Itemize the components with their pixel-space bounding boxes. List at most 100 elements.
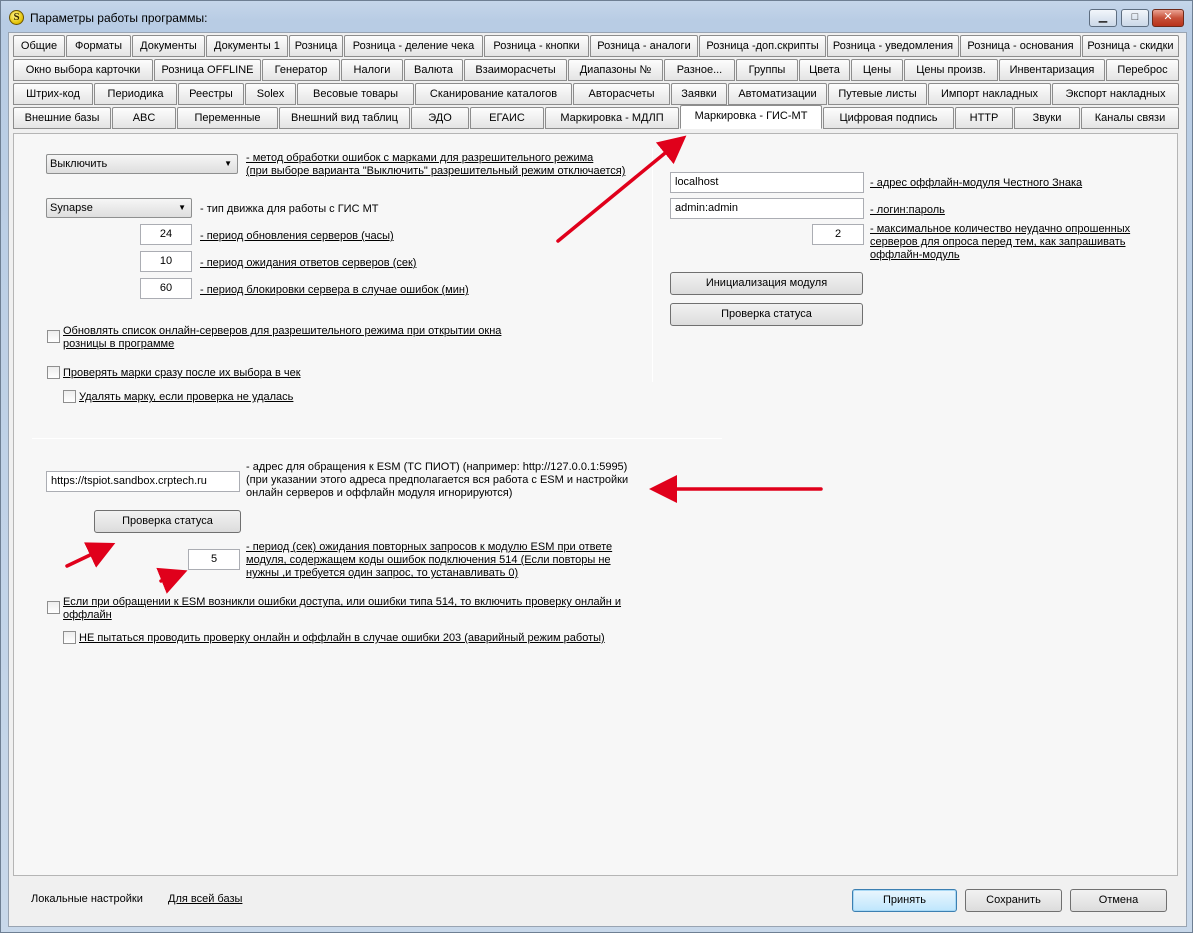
tab-import-invoices[interactable]: Импорт накладных (928, 83, 1051, 105)
chevron-down-icon: ▼ (224, 159, 232, 168)
title-bar[interactable]: S Параметры работы программы: ▁ □ ✕ (1, 1, 1192, 31)
tab-colors[interactable]: Цвета (799, 59, 850, 81)
tab-catalog-scan[interactable]: Сканирование каталогов (415, 83, 572, 105)
local-settings-label: Локальные настройки (31, 893, 143, 905)
check-status-button[interactable]: Проверка статуса (670, 303, 863, 326)
delete-mark-label: Удалять марку, если проверка не удалась (79, 391, 294, 403)
tab-retail-bases[interactable]: Розница - основания (960, 35, 1081, 57)
wait-period-input[interactable]: 10 (140, 251, 192, 272)
tab-table-appearance[interactable]: Внешний вид таблиц (279, 107, 410, 129)
accept-button[interactable]: Принять (852, 889, 957, 912)
no-check-203-checkbox[interactable] (63, 631, 76, 644)
gis-mt-settings-panel: Выключить ▼ - метод обработки ошибок с м… (13, 133, 1178, 876)
tab-sounds[interactable]: Звуки (1014, 107, 1080, 129)
whole-base-link[interactable]: Для всей базы (168, 893, 242, 906)
esm-retry-period-input[interactable]: 5 (188, 549, 240, 570)
access-errors-checkbox[interactable] (47, 601, 60, 614)
tab-digital-signature[interactable]: Цифровая подпись (823, 107, 954, 129)
tab-export-invoices[interactable]: Экспорт накладных (1052, 83, 1179, 105)
max-failed-label-1: - максимальное количество неудачно опрош… (870, 223, 1131, 235)
minimize-button[interactable]: ▁ (1089, 9, 1117, 27)
tab-retail[interactable]: Розница (289, 35, 343, 57)
tab-currency[interactable]: Валюта (404, 59, 463, 81)
window-title: Параметры работы программы: (30, 11, 208, 25)
error-mode-label: - метод обработки ошибок с марками для р… (246, 152, 594, 164)
tab-http[interactable]: HTTP (955, 107, 1013, 129)
esm-address-label-2: (при указании этого адреса предполагаетс… (246, 474, 629, 486)
error-mode-dropdown[interactable]: Выключить ▼ (46, 154, 238, 174)
tab-waybills[interactable]: Путевые листы (828, 83, 927, 105)
error-mode-value: Выключить (50, 158, 108, 170)
esm-check-status-button[interactable]: Проверка статуса (94, 510, 241, 533)
maximize-button[interactable]: □ (1121, 9, 1149, 27)
tab-comm-channels[interactable]: Каналы связи (1081, 107, 1179, 129)
save-button[interactable]: Сохранить (965, 889, 1062, 912)
tab-manufacturer-prices[interactable]: Цены произв. (904, 59, 998, 81)
tab-egais[interactable]: ЕГАИС (470, 107, 544, 129)
tab-variables[interactable]: Переменные (177, 107, 278, 129)
tab-solex[interactable]: Solex (245, 83, 296, 105)
access-errors-label-1: Если при обращении к ESM возникли ошибки… (63, 596, 622, 608)
client-area: Общие Форматы Документы Документы 1 Розн… (8, 32, 1187, 927)
esm-address-input[interactable]: https://tspiot.sandbox.crptech.ru (46, 471, 240, 492)
tab-periodicals[interactable]: Периодика (94, 83, 177, 105)
tab-automations[interactable]: Автоматизации (728, 83, 827, 105)
tab-taxes[interactable]: Налоги (341, 59, 403, 81)
tab-formats[interactable]: Форматы (66, 35, 131, 57)
tab-retail-scripts[interactable]: Розница -доп.скрипты (699, 35, 826, 57)
tab-documents[interactable]: Документы (132, 35, 205, 57)
block-period-input[interactable]: 60 (140, 278, 192, 299)
tab-retail-analogs[interactable]: Розница - аналоги (590, 35, 698, 57)
tab-retail-split[interactable]: Розница - деление чека (344, 35, 483, 57)
esm-retry-label-1: - период (сек) ожидания повторных запрос… (246, 541, 613, 553)
tab-transfer[interactable]: Переброс (1106, 59, 1179, 81)
engine-value: Synapse (50, 202, 93, 214)
tab-prices[interactable]: Цены (851, 59, 903, 81)
tab-retail-notifications[interactable]: Розница - уведомления (827, 35, 959, 57)
esm-address-label-1: - адрес для обращения к ESM (ТС ПИОТ) (н… (246, 461, 628, 473)
tab-ranges[interactable]: Диапазоны № (568, 59, 663, 81)
tab-registers[interactable]: Реестры (178, 83, 244, 105)
login-password-input[interactable]: admin:admin (670, 198, 864, 219)
delete-mark-checkbox[interactable] (63, 390, 76, 403)
tab-generator[interactable]: Генератор (262, 59, 340, 81)
tab-autocalc[interactable]: Авторасчеты (573, 83, 670, 105)
cancel-button[interactable]: Отмена (1070, 889, 1167, 912)
update-servers-label: Обновлять список онлайн-серверов для раз… (63, 325, 502, 337)
tab-retail-buttons[interactable]: Розница - кнопки (484, 35, 589, 57)
tab-groups[interactable]: Группы (736, 59, 798, 81)
tab-marking-mdlp[interactable]: Маркировка - МДЛП (545, 107, 679, 129)
tab-barcode[interactable]: Штрих-код (13, 83, 93, 105)
wait-period-label: - период ожидания ответов серверов (сек) (200, 257, 417, 269)
tab-documents-1[interactable]: Документы 1 (206, 35, 288, 57)
engine-dropdown[interactable]: Synapse ▼ (46, 198, 192, 218)
tab-abc[interactable]: ABC (112, 107, 176, 129)
tab-requests[interactable]: Заявки (671, 83, 727, 105)
tab-edo[interactable]: ЭДО (411, 107, 469, 129)
offline-module-address-input[interactable]: localhost (670, 172, 864, 193)
refresh-period-input[interactable]: 24 (140, 224, 192, 245)
refresh-period-label: - период обновления серверов (часы) (200, 230, 394, 242)
tab-general[interactable]: Общие (13, 35, 65, 57)
section-divider-horizontal (32, 438, 722, 439)
tab-settlements[interactable]: Взаиморасчеты (464, 59, 567, 81)
esm-retry-label-3: нужны ,и требуется один запрос, то устан… (246, 567, 519, 579)
tab-card-select[interactable]: Окно выбора карточки (13, 59, 153, 81)
tab-weight-goods[interactable]: Весовые товары (297, 83, 414, 105)
tab-marking-gis-mt[interactable]: Маркировка - ГИС-МТ (680, 105, 822, 129)
tab-inventory[interactable]: Инвентаризация (999, 59, 1105, 81)
close-button[interactable]: ✕ (1152, 9, 1184, 27)
settings-window: S Параметры работы программы: ▁ □ ✕ Общи… (0, 0, 1193, 933)
init-module-button[interactable]: Инициализация модуля (670, 272, 863, 295)
tab-retail-discounts[interactable]: Розница - скидки (1082, 35, 1179, 57)
section-divider-vertical (652, 148, 653, 382)
tab-retail-offline[interactable]: Розница OFFLINE (154, 59, 261, 81)
check-marks-checkbox[interactable] (47, 366, 60, 379)
engine-label: - тип движка для работы с ГИС МТ (200, 203, 379, 215)
max-failed-servers-input[interactable]: 2 (812, 224, 864, 245)
access-errors-label-2: оффлайн (63, 609, 112, 621)
update-servers-checkbox[interactable] (47, 330, 60, 343)
tab-external-bases[interactable]: Внешние базы (13, 107, 111, 129)
no-check-203-label: НЕ пытаться проводить проверку онлайн и … (79, 632, 605, 644)
tab-misc[interactable]: Разное... (664, 59, 735, 81)
